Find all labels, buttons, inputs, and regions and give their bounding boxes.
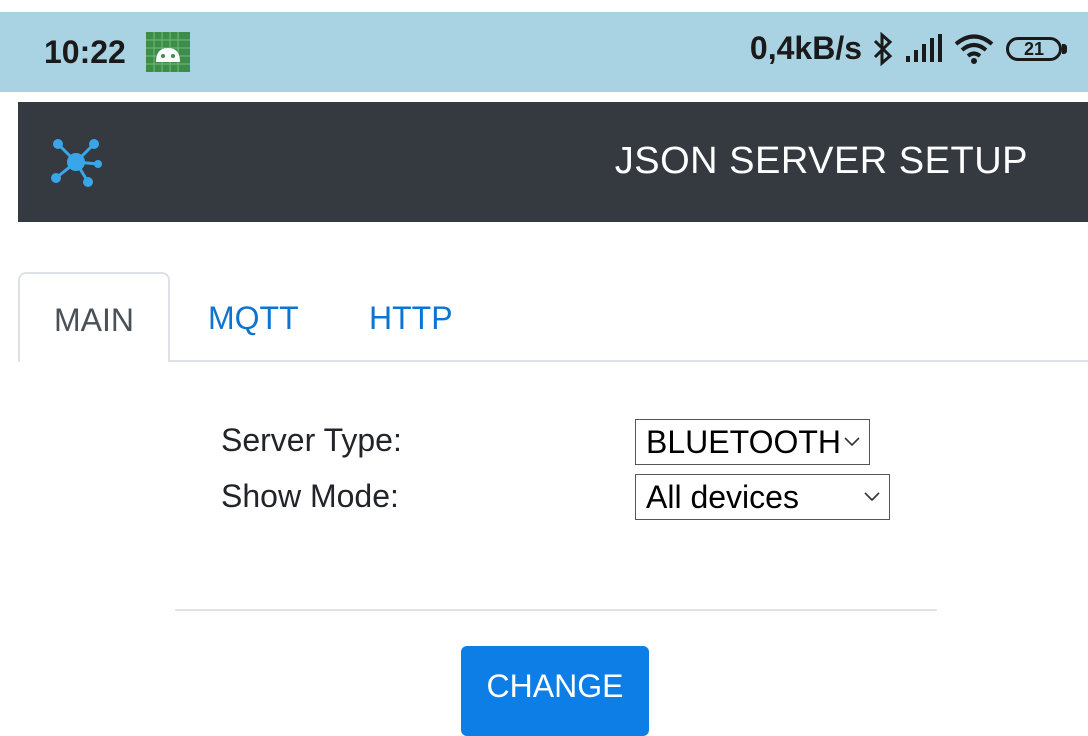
battery-icon: 21	[1004, 33, 1072, 65]
chevron-down-icon	[844, 437, 860, 447]
tab-divider	[18, 360, 1088, 362]
tab-http[interactable]: HTTP	[369, 272, 453, 360]
show-mode-value: All devices	[646, 479, 799, 515]
server-type-label: Server Type:	[221, 422, 402, 458]
battery-level: 21	[1023, 38, 1045, 59]
server-type-value: BLUETOOTH	[646, 424, 841, 460]
status-indicators: 0,4kB/s 21	[750, 30, 1072, 67]
page-title: JSON SERVER SETUP	[614, 140, 1028, 182]
divider	[175, 609, 937, 611]
tab-mqtt[interactable]: MQTT	[208, 272, 299, 360]
server-type-select[interactable]: BLUETOOTH	[635, 419, 870, 465]
change-button[interactable]: CHANGE	[461, 646, 649, 736]
show-mode-label: Show Mode:	[221, 478, 399, 514]
tab-main[interactable]: MAIN	[18, 272, 170, 362]
bluetooth-icon	[873, 31, 893, 66]
android-icon	[146, 32, 190, 72]
chevron-down-icon	[864, 492, 880, 502]
network-speed: 0,4kB/s	[749, 30, 862, 66]
app-header: JSON SERVER SETUP	[18, 102, 1088, 222]
status-bar: 10:22 0,4kB/s 21	[0, 12, 1088, 92]
show-mode-select[interactable]: All devices	[635, 474, 890, 520]
wifi-icon	[954, 34, 994, 64]
network-hub-icon	[51, 139, 102, 187]
status-time: 10:22	[44, 34, 126, 70]
signal-icon	[906, 33, 942, 62]
tab-bar: MAIN MQTT HTTP	[18, 272, 1088, 362]
